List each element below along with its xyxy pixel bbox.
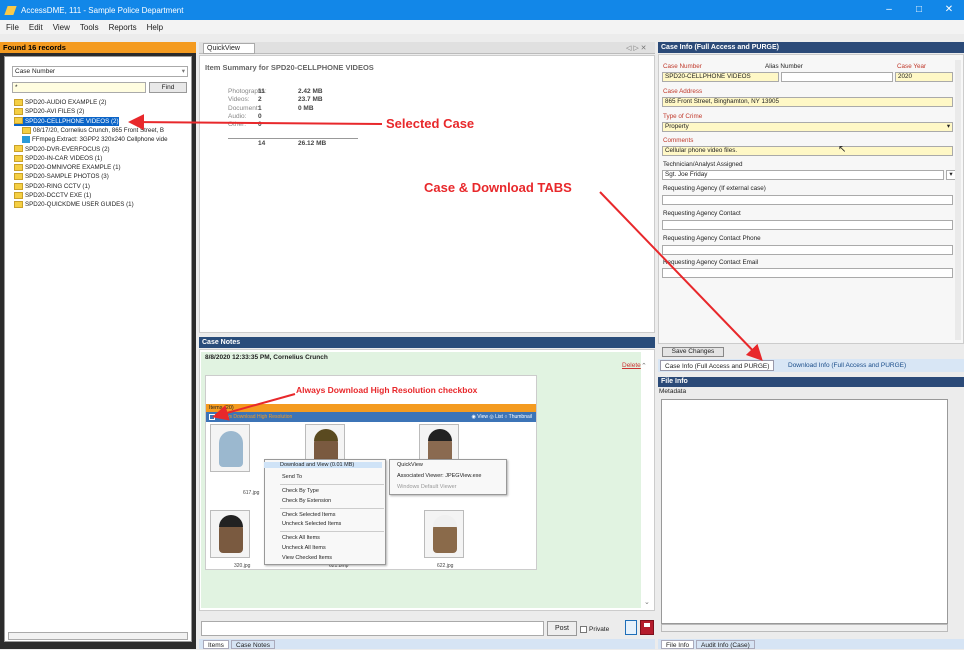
annotation-tabs: Case & Download TABS bbox=[424, 180, 572, 195]
annotation-arrows bbox=[128, 114, 763, 421]
annotation-checkbox: Always Download High Resolution checkbox bbox=[296, 385, 478, 395]
arrow-checkbox bbox=[212, 393, 296, 421]
arrow-tabs bbox=[599, 191, 763, 361]
annotation-selected-case: Selected Case bbox=[386, 116, 475, 131]
arrow-selected-case bbox=[128, 114, 383, 131]
